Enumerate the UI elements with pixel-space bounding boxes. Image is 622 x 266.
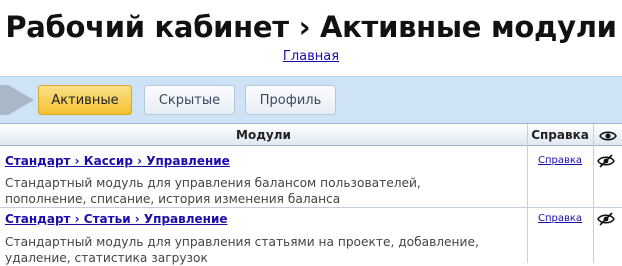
- home-link[interactable]: Главная: [283, 49, 339, 64]
- column-header-modules[interactable]: Модули: [0, 124, 527, 146]
- eye-slash-icon: [597, 154, 615, 168]
- help-link[interactable]: Справка: [538, 154, 582, 167]
- eye-slash-icon: [597, 212, 615, 226]
- module-description: Стандартный модуль для управления статья…: [5, 234, 515, 266]
- page-title: Рабочий кабинет › Активные модули: [5, 10, 617, 44]
- table-row: Стандарт › Кассир › Управление Стандартн…: [0, 147, 622, 207]
- module-title-link[interactable]: Стандарт › Статьи › Управление: [5, 211, 228, 227]
- table-row: Стандарт › Статьи › Управление Стандартн…: [0, 208, 622, 266]
- tab-hidden-modules[interactable]: Скрытые: [144, 85, 235, 115]
- tab-bar-arrow-icon: [8, 85, 34, 115]
- module-title-link[interactable]: Стандарт › Кассир › Управление: [5, 153, 230, 169]
- tab-bar: Активные Скрытые Профиль: [0, 76, 622, 123]
- column-header-help[interactable]: Справка: [527, 124, 593, 146]
- module-description-line: Стандартный модуль для управления баланс…: [5, 176, 421, 190]
- help-link[interactable]: Справка: [538, 212, 582, 225]
- tab-profile[interactable]: Профиль: [245, 85, 336, 115]
- modules-table: Модули Справка Стандарт › Кассир › Управ…: [0, 123, 622, 266]
- module-description-line: удаление, статистика загрузок: [5, 251, 208, 265]
- module-description-line: Стандартный модуль для управления статья…: [5, 235, 479, 249]
- column-header-visibility[interactable]: [593, 124, 622, 146]
- tab-bar-arrow-icon-stem: [0, 85, 8, 115]
- eye-icon: [598, 130, 617, 141]
- module-description: Стандартный модуль для управления баланс…: [5, 175, 515, 207]
- module-description-line: пополнение, списание, история изменения …: [5, 192, 341, 206]
- tab-active-modules[interactable]: Активные: [38, 85, 132, 115]
- breadcrumb: Главная: [0, 48, 622, 66]
- toggle-visibility-button[interactable]: [596, 153, 618, 168]
- toggle-visibility-button[interactable]: [596, 211, 618, 226]
